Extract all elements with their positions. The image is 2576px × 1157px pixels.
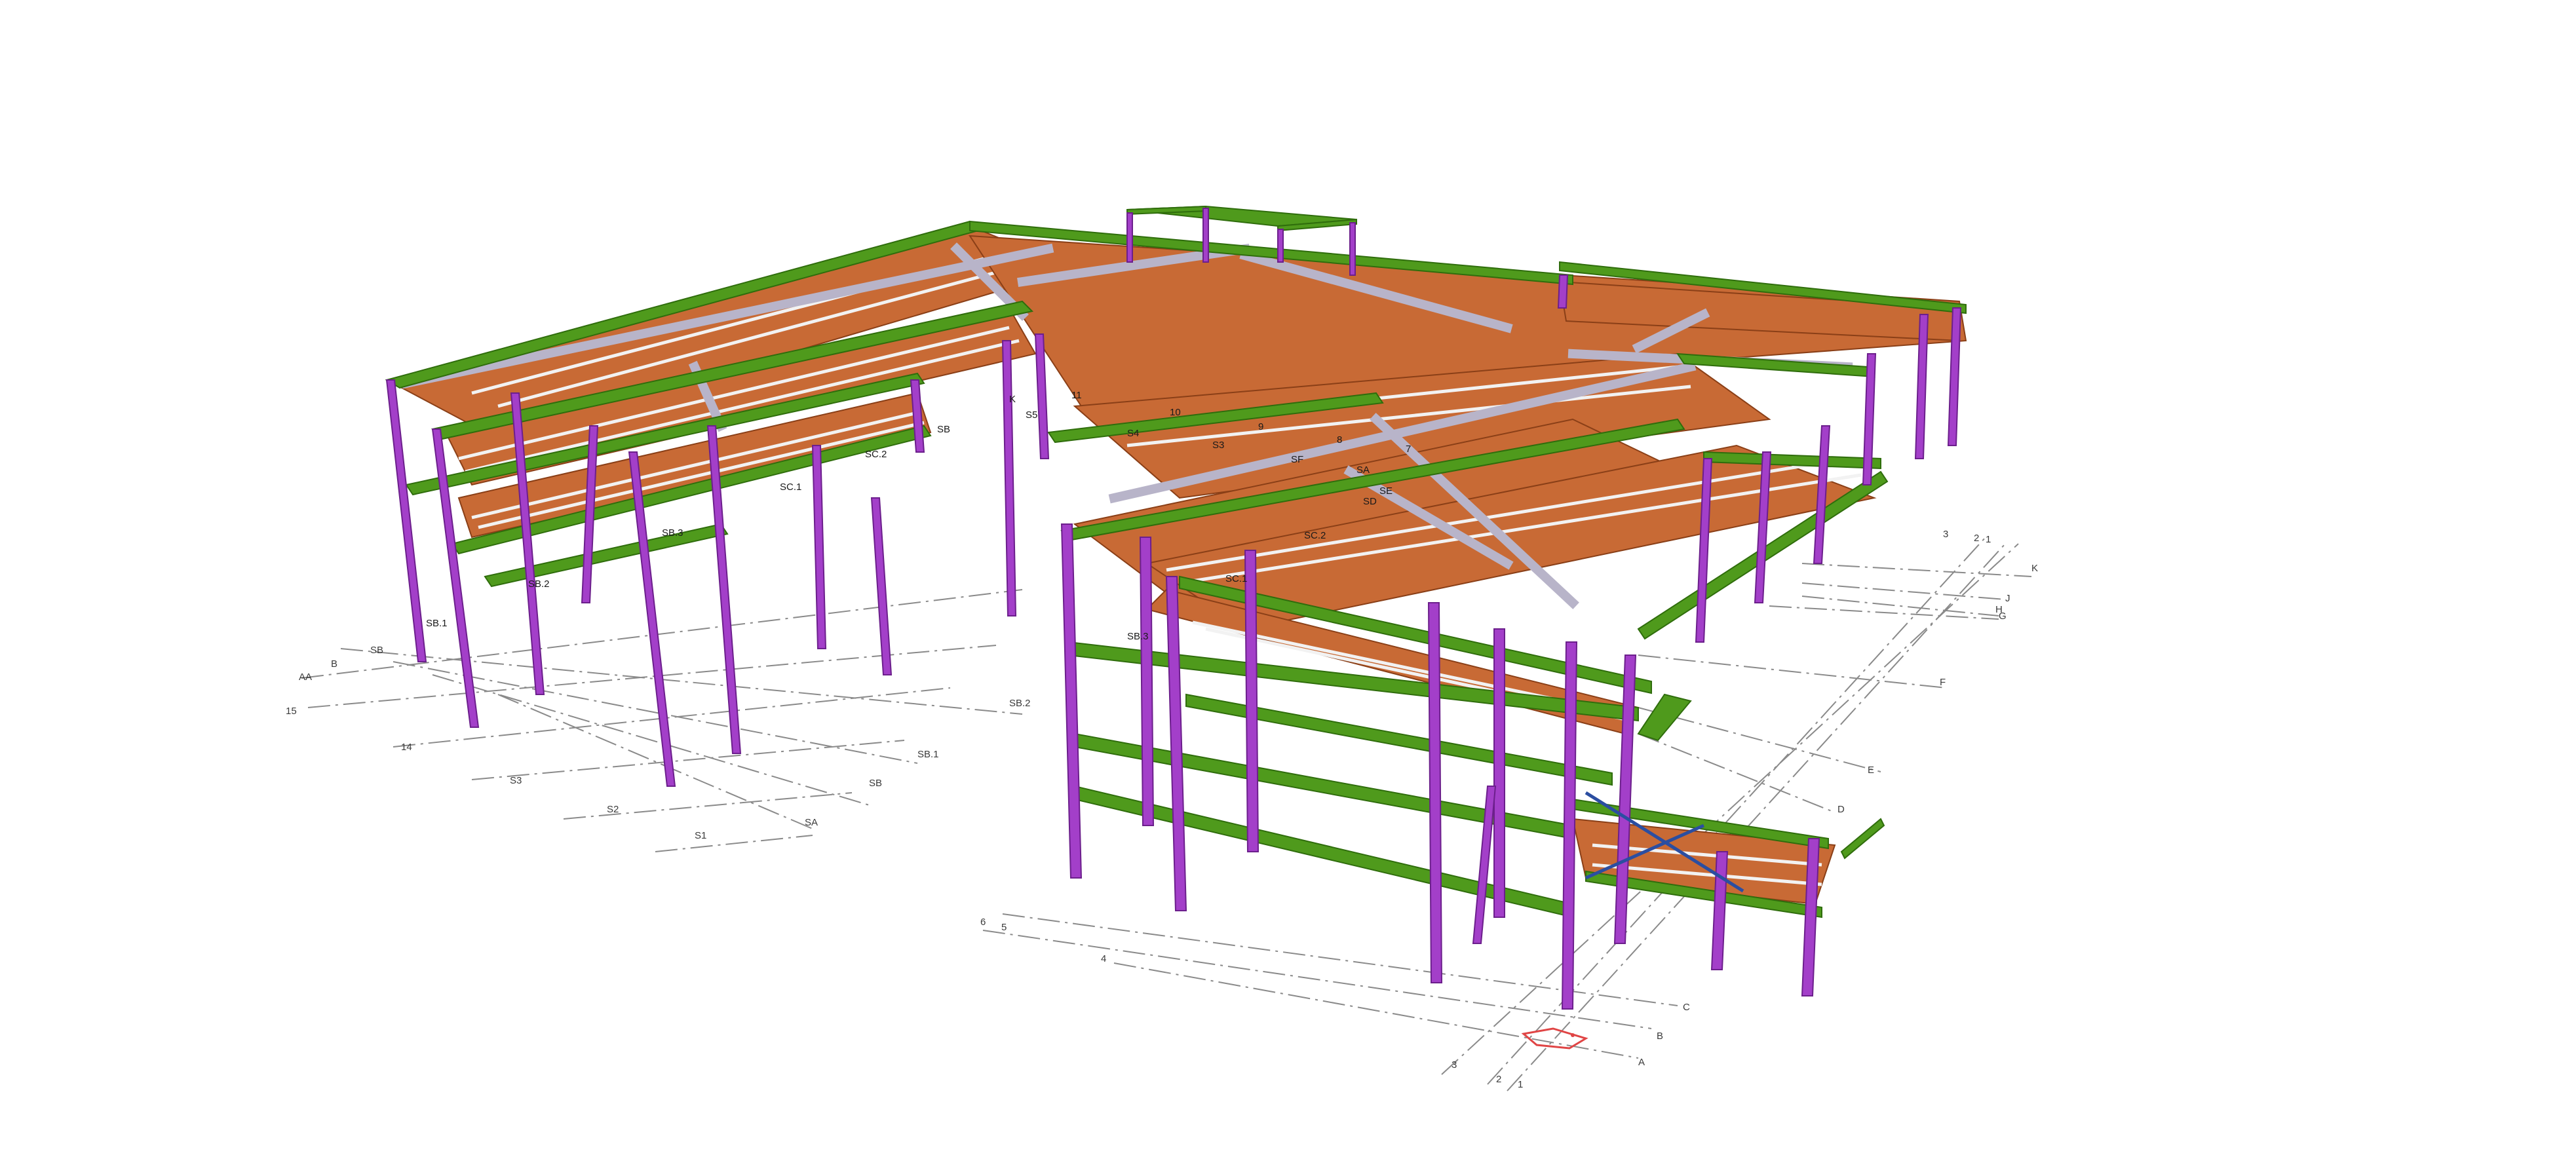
grid-label-col-2: 2 [1496, 1074, 1501, 1085]
grid-label-s2: S2 [607, 804, 619, 815]
tag-sb3-right: SB.3 [1127, 631, 1149, 642]
grid-label-k: K [2031, 563, 2038, 574]
tag-sc1-right: SC.1 [1225, 573, 1247, 584]
tag-sf: SF [1291, 454, 1303, 465]
grid-label-sb-left: SB [370, 645, 383, 656]
grid-label-c-right: C [1683, 1002, 1690, 1013]
tag-sb2-left: SB.2 [528, 578, 550, 590]
grid-label-col-4: 4 [1101, 953, 1106, 964]
tag-sb3-left: SB.3 [662, 527, 683, 539]
grid-label-14: 14 [401, 742, 412, 753]
grid-label-top-1: 1 [1986, 534, 1991, 545]
grid-label-s3: S3 [510, 775, 522, 786]
tag-sd: SD [1363, 496, 1377, 507]
3d-model-viewport[interactable]: AA B SB 15 14 S3 S2 S1 SB.2 SB.1 SB SA 6… [0, 0, 2576, 1157]
grid-label-j: J [2005, 593, 2010, 604]
tag-se: SE [1379, 485, 1393, 497]
tag-s5: S5 [1026, 409, 1037, 421]
grid-label-15: 15 [286, 706, 297, 717]
grid-label-top-3: 3 [1943, 529, 1948, 540]
grid-label-top-2: 2 [1974, 533, 1979, 544]
tag-k: K [1009, 394, 1016, 405]
grid-label-s1: S1 [695, 830, 706, 841]
tag-sc2-right: SC.2 [1304, 530, 1326, 541]
grid-label-col-1: 1 [1518, 1079, 1523, 1090]
tag-8: 8 [1337, 434, 1342, 446]
grid-label-f: F [1940, 677, 1946, 688]
tag-7: 7 [1406, 444, 1411, 455]
tag-9: 9 [1258, 421, 1263, 432]
grid-label-b-right: B [1657, 1031, 1663, 1042]
tag-s3: S3 [1212, 440, 1224, 451]
structural-model-canvas[interactable]: AA B SB 15 14 S3 S2 S1 SB.2 SB.1 SB SA 6… [0, 0, 2576, 1157]
grid-label-sb2: SB.2 [1009, 698, 1031, 709]
grid-label-sb: SB [869, 778, 882, 789]
grid-label-d: D [1837, 804, 1845, 815]
tag-sb1-left: SB.1 [426, 618, 448, 629]
tag-10: 10 [1170, 407, 1181, 418]
grid-label-a-right: A [1638, 1057, 1645, 1068]
grid-label-col-6: 6 [980, 917, 986, 928]
grid-label-sb1: SB.1 [917, 749, 939, 760]
tag-sc1-left: SC.1 [780, 482, 801, 493]
grid-label-h: H [1995, 604, 2003, 615]
left-roof-deck[interactable] [391, 225, 1077, 539]
grid-label-col-5: 5 [1001, 922, 1007, 933]
tag-sc2-left: SC.2 [865, 449, 887, 460]
tag-s4: S4 [1127, 428, 1139, 439]
grid-label-col-3: 3 [1451, 1059, 1457, 1071]
tag-sb: SB [937, 424, 950, 435]
tag-sa: SA [1356, 465, 1370, 476]
grid-label-b-left: B [331, 658, 337, 670]
grid-label-a-left: AA [299, 672, 312, 683]
grid-label-sa: SA [805, 817, 818, 828]
tag-11: 11 [1071, 390, 1082, 401]
grid-label-e: E [1868, 765, 1874, 776]
